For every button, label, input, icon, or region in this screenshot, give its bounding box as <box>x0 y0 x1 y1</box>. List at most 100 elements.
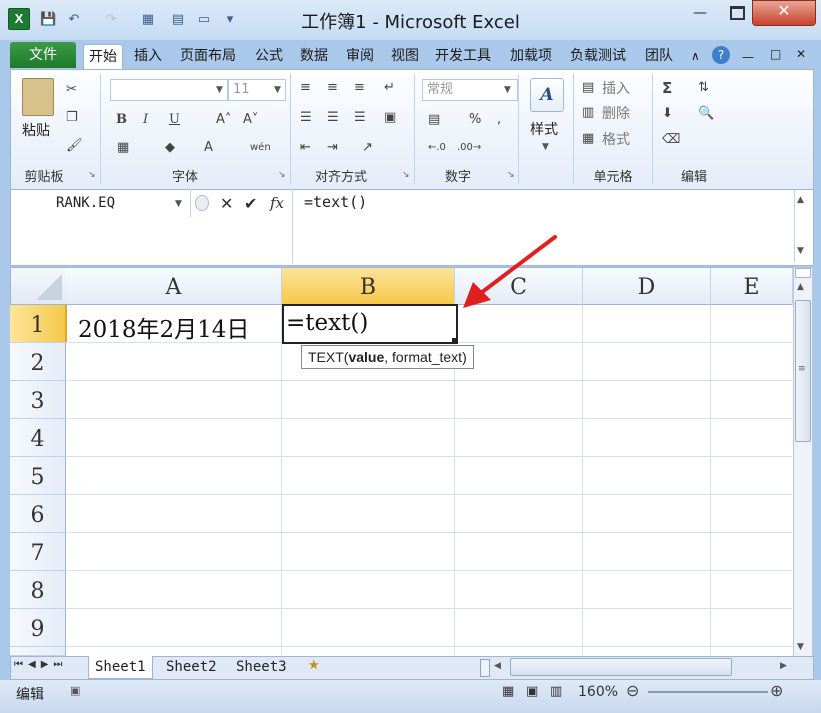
sheet-tab-2[interactable]: Sheet2 <box>160 656 223 678</box>
row-header-4[interactable]: 4 <box>10 419 66 457</box>
close-button[interactable]: ✕ <box>752 0 816 26</box>
decrease-font-icon[interactable]: A˅ <box>243 112 258 128</box>
border-icon[interactable]: ▦ <box>117 140 129 156</box>
file-tab[interactable]: 文件 <box>10 42 76 68</box>
tab-team[interactable]: 团队 <box>640 44 678 68</box>
scroll-up-icon[interactable]: ▲ <box>797 282 804 292</box>
tab-home[interactable]: 开始 <box>83 44 123 69</box>
increase-decimal-icon[interactable]: ←.0 <box>428 140 446 156</box>
scroll-right-icon[interactable]: ▶ <box>780 661 787 671</box>
paste-button[interactable]: 粘贴 <box>22 120 50 140</box>
chevron-down-icon[interactable]: ▼ <box>504 85 511 95</box>
delete-cells-button[interactable]: 删除 <box>602 103 630 123</box>
format-cells-icon[interactable]: ▦ <box>582 131 594 147</box>
fill-icon[interactable]: ⬇ <box>662 106 673 122</box>
format-painter-icon[interactable]: 🖌 <box>66 138 83 154</box>
align-bottom-icon[interactable]: ≡ <box>354 80 365 96</box>
chevron-down-icon[interactable]: ▼ <box>175 199 182 209</box>
enter-icon[interactable]: ✔ <box>244 194 257 213</box>
styles-button[interactable]: 样式 <box>530 119 558 139</box>
tab-formulas[interactable]: 公式 <box>250 44 288 68</box>
zoom-level[interactable]: 160% <box>578 684 618 700</box>
percent-icon[interactable]: % <box>469 112 481 128</box>
align-center-icon[interactable]: ☰ <box>327 110 339 126</box>
zoom-out-icon[interactable]: ⊖ <box>626 681 639 700</box>
page-break-view-icon[interactable]: ▥ <box>550 684 562 699</box>
ribbon-restore-icon[interactable]: □ <box>770 47 781 61</box>
insert-function-icon[interactable]: fx <box>270 194 284 212</box>
row-header-5[interactable]: 5 <box>10 457 66 495</box>
alignment-launcher-icon[interactable]: ↘ <box>402 170 410 180</box>
align-top-icon[interactable]: ≡ <box>300 80 311 96</box>
scroll-down-icon[interactable]: ▼ <box>797 642 804 652</box>
bold-icon[interactable]: B <box>116 112 127 128</box>
align-left-icon[interactable]: ☰ <box>300 110 312 126</box>
clipboard-launcher-icon[interactable]: ↘ <box>88 170 96 180</box>
column-header-e[interactable]: E <box>711 268 793 305</box>
decrease-decimal-icon[interactable]: .00→ <box>457 140 481 156</box>
function-tooltip[interactable]: TEXT(value, format_text) <box>301 345 474 369</box>
chevron-down-icon[interactable]: ▼ <box>542 142 549 152</box>
merge-center-icon[interactable]: ▣ <box>384 110 396 126</box>
increase-font-icon[interactable]: A˄ <box>216 112 231 128</box>
wrap-text-icon[interactable]: ↵ <box>384 80 395 96</box>
zoom-in-icon[interactable]: ⊕ <box>770 681 783 700</box>
chevron-down-icon[interactable]: ▼ <box>216 85 223 95</box>
copy-icon[interactable]: ❐ <box>66 110 78 126</box>
macro-record-icon[interactable]: ▣ <box>70 684 80 697</box>
orientation-icon[interactable]: ↗ <box>362 140 373 156</box>
font-launcher-icon[interactable]: ↘ <box>278 170 286 180</box>
insert-sheet-icon[interactable]: ★ <box>308 658 320 673</box>
zoom-slider-track[interactable] <box>648 691 768 693</box>
decrease-indent-icon[interactable]: ⇤ <box>300 140 311 156</box>
row-header-6[interactable]: 6 <box>10 495 66 533</box>
paste-icon[interactable] <box>22 78 54 116</box>
increase-indent-icon[interactable]: ⇥ <box>327 140 338 156</box>
collapse-ribbon-icon[interactable]: ∧ <box>686 44 705 68</box>
tooltip-arg-value[interactable]: value <box>348 349 384 365</box>
autosum-icon[interactable]: Σ <box>662 80 672 96</box>
cancel-icon[interactable]: ✕ <box>220 194 233 213</box>
styles-icon[interactable]: A <box>530 78 564 112</box>
align-right-icon[interactable]: ☰ <box>354 110 366 126</box>
font-name-combo[interactable] <box>110 79 228 101</box>
align-middle-icon[interactable]: ≡ <box>327 80 338 96</box>
underline-icon[interactable]: U <box>169 112 180 128</box>
number-launcher-icon[interactable]: ↘ <box>507 170 515 180</box>
fill-handle[interactable] <box>452 338 457 343</box>
sheet-tab-1[interactable]: Sheet1 <box>88 656 153 679</box>
sheet-nav-icons[interactable]: ⏮◀▶⏭ <box>14 659 67 670</box>
ribbon-close-icon[interactable]: ✕ <box>796 47 806 61</box>
maximize-button[interactable] <box>722 6 752 28</box>
select-all-corner[interactable] <box>11 268 67 305</box>
split-box[interactable] <box>795 268 811 278</box>
tab-split-handle[interactable] <box>480 659 490 677</box>
tab-data[interactable]: 数据 <box>295 44 333 68</box>
tab-add-ins[interactable]: 加载项 <box>505 44 557 68</box>
ribbon-minimize-icon[interactable]: — <box>742 50 754 64</box>
font-color-icon[interactable]: A <box>204 140 213 156</box>
cell-b1-editor[interactable]: =text() <box>286 310 368 336</box>
scroll-down-icon[interactable]: ▼ <box>797 246 804 256</box>
row-header-8[interactable]: 8 <box>10 571 66 609</box>
fill-color-icon[interactable]: ◆ <box>165 140 175 156</box>
column-header-b[interactable]: B <box>282 268 455 306</box>
tab-developer[interactable]: 开发工具 <box>430 44 496 68</box>
find-select-icon[interactable]: 🔍 <box>698 106 714 122</box>
tab-insert[interactable]: 插入 <box>129 44 167 68</box>
tab-load-test[interactable]: 负载测试 <box>565 44 631 68</box>
sort-filter-icon[interactable]: ⇅ <box>698 80 709 96</box>
delete-cells-icon[interactable]: ▥ <box>582 105 594 121</box>
currency-icon[interactable]: ▤ <box>428 112 440 128</box>
row-header-10[interactable] <box>10 647 66 656</box>
row-header-9[interactable]: 9 <box>10 609 66 647</box>
row-header-7[interactable]: 7 <box>10 533 66 571</box>
clear-icon[interactable]: ⌫ <box>662 132 680 148</box>
insert-cells-button[interactable]: 插入 <box>602 78 630 98</box>
row-header-2[interactable]: 2 <box>10 343 66 381</box>
tab-page-layout[interactable]: 页面布局 <box>175 44 241 68</box>
cell-a1[interactable]: 2018年2月14日 <box>78 310 249 344</box>
tab-view[interactable]: 视图 <box>386 44 424 68</box>
format-cells-button[interactable]: 格式 <box>602 129 630 149</box>
column-header-a[interactable]: A <box>66 268 282 305</box>
